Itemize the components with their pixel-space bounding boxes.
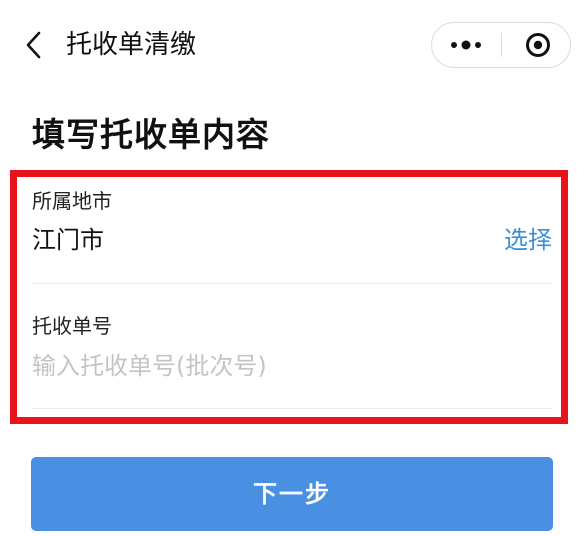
more-dots-icon[interactable] — [446, 35, 486, 55]
field-divider-bottom — [32, 408, 552, 409]
waybill-number-input[interactable] — [32, 348, 532, 384]
nav-title: 托收单清缴 — [66, 30, 197, 60]
select-city-button[interactable]: 选择 — [504, 222, 552, 258]
navigation-bar: 托收单清缴 — [0, 0, 584, 92]
city-field-value[interactable]: 江门市 — [32, 222, 104, 258]
field-divider — [32, 283, 552, 284]
mini-program-capsule — [431, 22, 571, 68]
waybill-field-label: 托收单号 — [32, 314, 112, 338]
page-title: 填写托收单内容 — [32, 115, 270, 154]
back-chevron-icon[interactable] — [20, 28, 48, 62]
close-target-icon[interactable] — [524, 31, 552, 59]
next-step-button[interactable]: 下一步 — [31, 457, 553, 531]
capsule-divider — [501, 33, 502, 57]
city-field-label: 所属地市 — [32, 189, 112, 213]
